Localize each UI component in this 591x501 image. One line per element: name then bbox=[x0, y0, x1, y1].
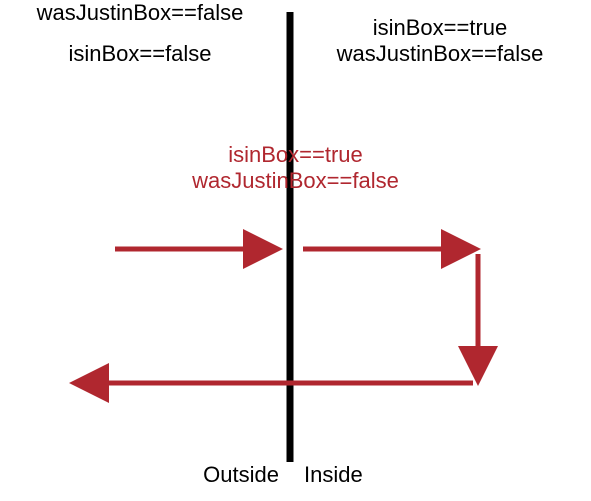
outside-caption: Outside bbox=[203, 462, 279, 487]
outside-state-line1: wasJustinBox==false bbox=[0, 0, 280, 25]
transition-line2: wasJustinBox==false bbox=[0, 168, 591, 193]
diagram-svg bbox=[0, 0, 591, 501]
transition-line1: isinBox==true bbox=[0, 142, 591, 167]
inside-state-line2: wasJustinBox==false bbox=[300, 41, 580, 66]
outside-state-line2: isinBox==false bbox=[0, 41, 280, 66]
inside-caption: Inside bbox=[304, 462, 363, 487]
inside-state-line1: isinBox==true bbox=[300, 15, 580, 40]
diagram-stage: wasJustinBox==false isinBox==false isinB… bbox=[0, 0, 591, 501]
